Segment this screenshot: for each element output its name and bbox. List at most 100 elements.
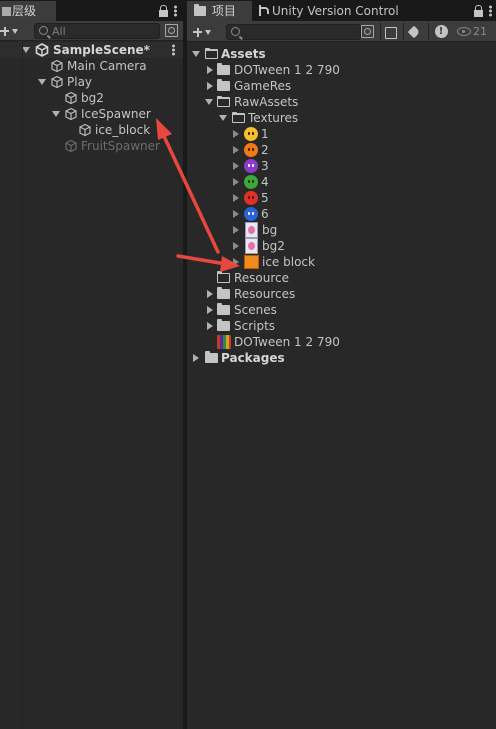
expand-toggle[interactable] bbox=[233, 178, 239, 186]
project-search-input[interactable] bbox=[244, 25, 357, 39]
ice-block-texture-icon bbox=[244, 255, 259, 269]
fruit-sprite-icon bbox=[244, 127, 258, 141]
lock-icon[interactable] bbox=[474, 4, 483, 17]
tree-row-icespawner[interactable]: IceSpawner bbox=[0, 106, 183, 122]
tree-item-label: 2 bbox=[261, 143, 269, 157]
gameobject-cube-icon bbox=[65, 139, 77, 153]
project-search-field[interactable] bbox=[226, 24, 361, 40]
visibility-toggle[interactable]: 21 bbox=[457, 23, 496, 40]
expand-toggle[interactable] bbox=[205, 99, 213, 105]
expand-toggle[interactable] bbox=[233, 194, 239, 202]
project-row-texture-6[interactable]: 6 bbox=[187, 206, 496, 222]
hierarchy-search-input[interactable] bbox=[52, 24, 156, 38]
create-dropdown-button[interactable] bbox=[0, 23, 22, 39]
tree-item-label: bg bbox=[262, 223, 278, 237]
project-row-dotween-package[interactable]: DOTween 1 2 790 bbox=[187, 334, 496, 350]
expand-toggle[interactable] bbox=[233, 210, 239, 218]
tree-row-bg2[interactable]: bg2 bbox=[0, 90, 183, 106]
expand-toggle[interactable] bbox=[207, 66, 213, 74]
search-by-type-button[interactable] bbox=[357, 23, 377, 40]
expand-toggle[interactable] bbox=[207, 290, 213, 298]
unity-package-icon bbox=[217, 335, 231, 349]
project-row-texture-5[interactable]: 5 bbox=[187, 190, 496, 206]
expand-toggle[interactable] bbox=[192, 51, 200, 57]
expand-toggle[interactable] bbox=[233, 258, 239, 266]
folder-icon bbox=[217, 79, 230, 91]
tree-item-label: DOTween 1 2 790 bbox=[234, 335, 340, 349]
project-row-resources[interactable]: Resources bbox=[187, 286, 496, 302]
tree-row-play[interactable]: Play bbox=[0, 74, 183, 90]
search-in-scene-icon[interactable] bbox=[165, 24, 178, 37]
project-row-texture-3[interactable]: 3 bbox=[187, 158, 496, 174]
project-row-texture-2[interactable]: 2 bbox=[187, 142, 496, 158]
chevron-down-icon bbox=[12, 28, 18, 34]
project-row-rawassets[interactable]: RawAssets bbox=[187, 94, 496, 110]
hierarchy-search-field[interactable] bbox=[34, 23, 160, 39]
tab-hierarchy[interactable]: 层级 bbox=[0, 1, 56, 21]
project-row-assets[interactable]: Assets bbox=[187, 46, 496, 62]
project-row-resource[interactable]: Resource bbox=[187, 270, 496, 286]
tree-item-label: 4 bbox=[261, 175, 269, 189]
project-row-scripts[interactable]: Scripts bbox=[187, 318, 496, 334]
chevron-down-icon bbox=[205, 29, 211, 35]
folder-icon bbox=[194, 4, 206, 16]
project-row-textures[interactable]: Textures bbox=[187, 110, 496, 126]
expand-toggle[interactable] bbox=[219, 115, 227, 121]
tab-project[interactable]: 项目 bbox=[187, 1, 252, 21]
label-filter-button[interactable] bbox=[404, 23, 424, 40]
hierarchy-icon bbox=[2, 7, 11, 16]
tab-unity-version-control[interactable]: Unity Version Control bbox=[252, 1, 407, 21]
toolbar-separator bbox=[428, 23, 429, 40]
more-options-icon[interactable] bbox=[489, 4, 492, 17]
gameobject-cube-icon bbox=[65, 107, 77, 121]
fruit-sprite-icon bbox=[244, 191, 258, 205]
project-panel: 项目 Unity Version Control ! 21 Assets DOT… bbox=[187, 0, 496, 729]
project-row-texture-ice-block[interactable]: ice block bbox=[187, 254, 496, 270]
expand-toggle[interactable] bbox=[207, 322, 213, 330]
branch-icon bbox=[258, 5, 270, 16]
expand-toggle[interactable] bbox=[233, 226, 239, 234]
expand-toggle[interactable] bbox=[233, 146, 239, 154]
project-row-packages[interactable]: Packages bbox=[187, 350, 496, 366]
expand-toggle[interactable] bbox=[22, 47, 30, 53]
warning-icon: ! bbox=[434, 25, 448, 38]
expand-toggle[interactable] bbox=[52, 111, 60, 117]
gameobject-cube-icon bbox=[79, 123, 91, 137]
tree-item-label: RawAssets bbox=[234, 95, 299, 109]
tree-row-ice-block[interactable]: ice_block bbox=[0, 122, 183, 138]
project-row-texture-1[interactable]: 1 bbox=[187, 126, 496, 142]
create-dropdown-button[interactable] bbox=[193, 24, 215, 40]
log-filter-button[interactable]: ! bbox=[431, 23, 451, 40]
lock-icon[interactable] bbox=[159, 4, 168, 17]
tree-item-label: Scenes bbox=[234, 303, 277, 317]
scene-more-icon[interactable] bbox=[172, 44, 175, 56]
project-row-texture-bg[interactable]: bg bbox=[187, 222, 496, 238]
filter-icon bbox=[385, 26, 397, 39]
more-options-icon[interactable] bbox=[174, 4, 177, 17]
folder-icon bbox=[205, 351, 218, 363]
project-row-gameres[interactable]: GameRes bbox=[187, 78, 496, 94]
tag-icon bbox=[407, 25, 421, 38]
hierarchy-indent-guide bbox=[22, 42, 23, 729]
expand-toggle[interactable] bbox=[207, 306, 213, 314]
tree-row-fruitspawner[interactable]: FruitSpawner bbox=[0, 138, 183, 154]
project-tab-tools bbox=[474, 3, 492, 18]
expand-toggle[interactable] bbox=[233, 242, 239, 250]
project-row-texture-bg2[interactable]: bg2 bbox=[187, 238, 496, 254]
tree-item-label: 5 bbox=[261, 191, 269, 205]
expand-toggle[interactable] bbox=[207, 82, 213, 90]
project-row-dotween[interactable]: DOTween 1 2 790 bbox=[187, 62, 496, 78]
tree-row-scene[interactable]: SampleScene* bbox=[0, 42, 183, 58]
expand-toggle[interactable] bbox=[233, 130, 239, 138]
expand-toggle[interactable] bbox=[38, 79, 46, 85]
project-row-scenes[interactable]: Scenes bbox=[187, 302, 496, 318]
tree-row-main-camera[interactable]: Main Camera bbox=[0, 58, 183, 74]
expand-toggle[interactable] bbox=[193, 354, 199, 362]
tree-item-label: ice block bbox=[262, 255, 315, 269]
filter-button[interactable] bbox=[381, 23, 401, 40]
project-toolbar: ! 21 bbox=[187, 21, 496, 42]
visibility-count: 21 bbox=[473, 25, 487, 38]
project-row-texture-4[interactable]: 4 bbox=[187, 174, 496, 190]
expand-toggle[interactable] bbox=[233, 162, 239, 170]
tree-item-label: Play bbox=[67, 75, 93, 89]
